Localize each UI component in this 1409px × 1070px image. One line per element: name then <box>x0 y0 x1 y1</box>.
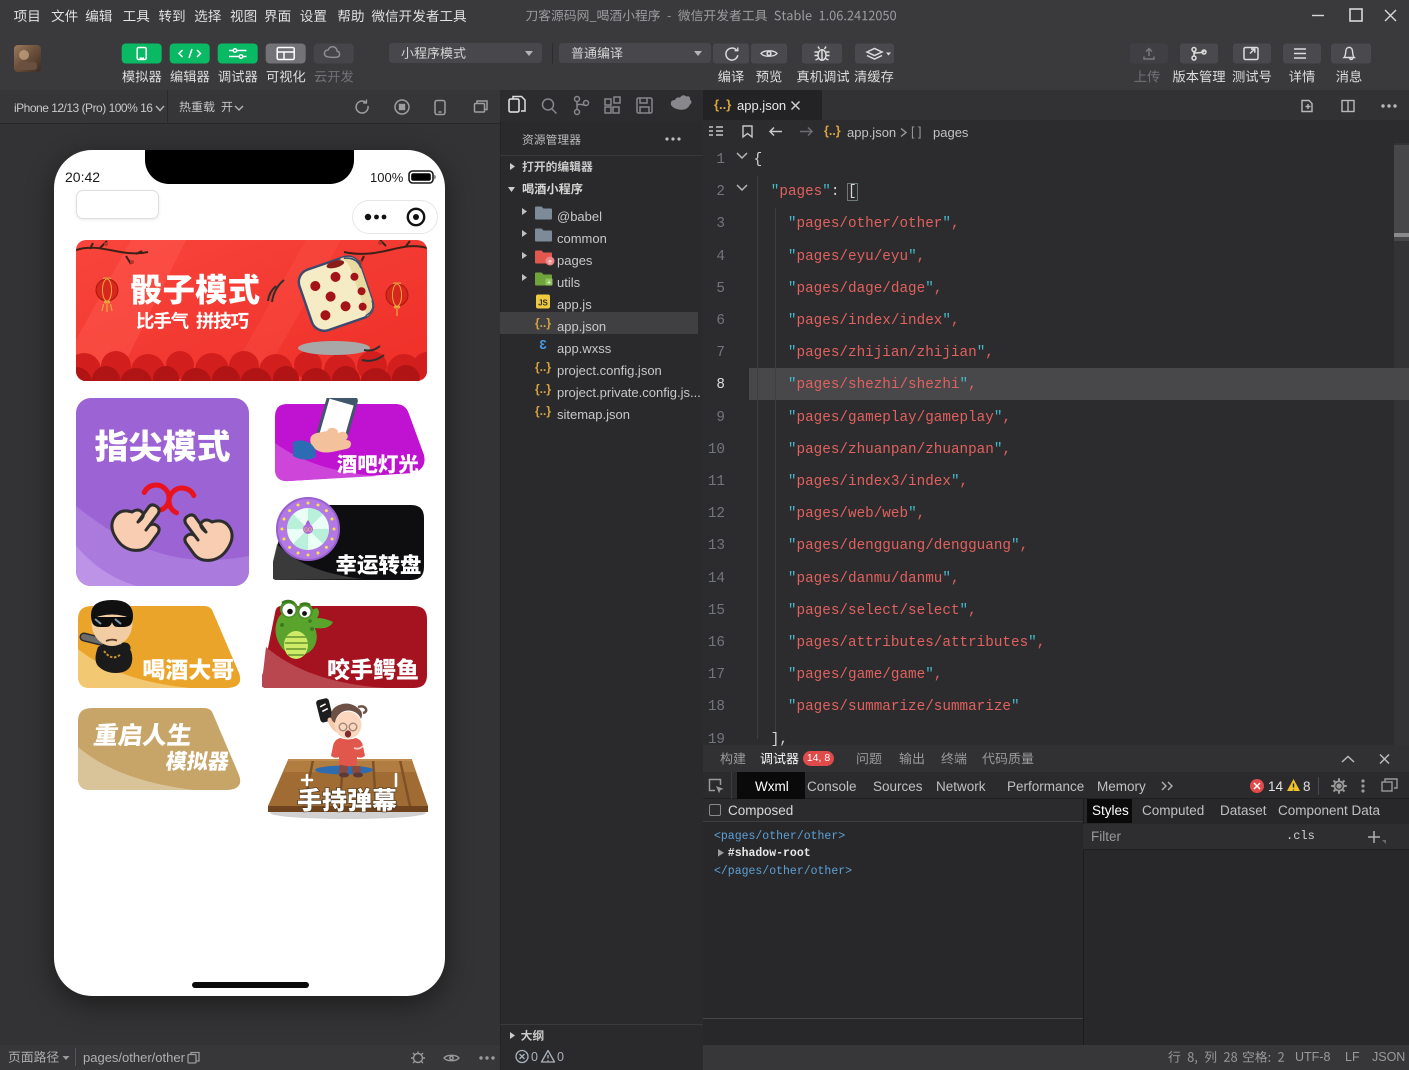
svg-text:3: 3 <box>539 337 546 352</box>
svg-text:{..}: {..} <box>535 404 551 418</box>
svg-text:JS: JS <box>538 299 548 308</box>
svg-text:GO: GO <box>304 528 312 534</box>
svg-text:+: + <box>547 280 551 287</box>
svg-text:{..}: {..} <box>535 316 551 330</box>
svg-text:{..}: {..} <box>535 382 551 396</box>
svg-text:{..}: {..} <box>535 360 551 374</box>
